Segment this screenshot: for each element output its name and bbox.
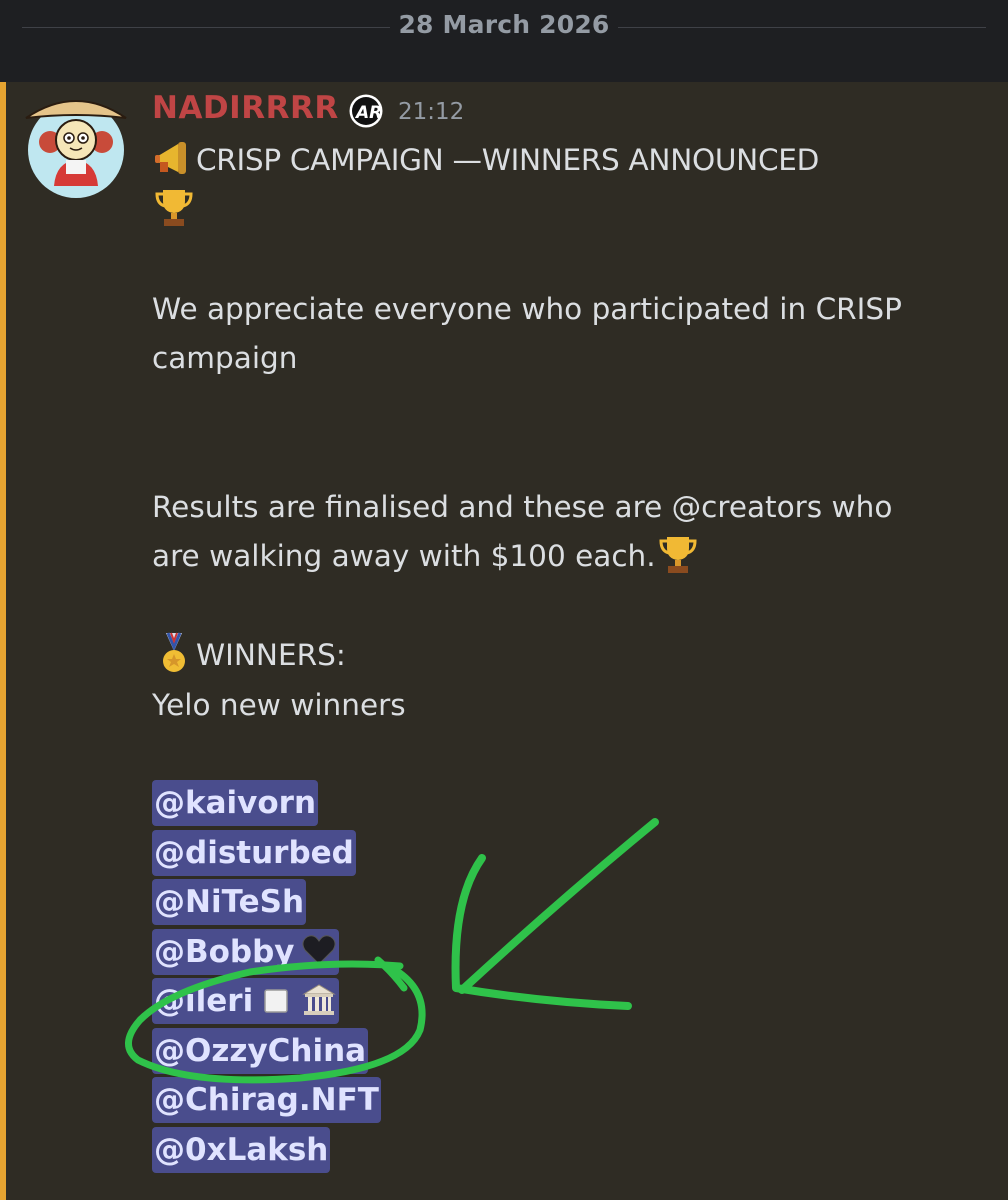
date-divider-label: 28 March 2026 bbox=[398, 10, 610, 39]
results-line-1: Results are finalised and these are @cre… bbox=[152, 489, 893, 524]
winners-subheading: Yelo new winners bbox=[152, 687, 406, 722]
user-mention[interactable]: @disturbed bbox=[152, 829, 356, 876]
user-mention[interactable]: @Chirag.NFT bbox=[152, 1077, 381, 1123]
highlight-bar bbox=[0, 82, 6, 1200]
winners-heading-line: WINNERS: bbox=[152, 631, 982, 681]
date-divider: 28 March 2026 bbox=[0, 0, 1008, 82]
divider-line-left bbox=[22, 27, 390, 28]
winner-mentions-list: @kaivorn @disturbed @NiTeSh @Bobby @iler… bbox=[152, 780, 381, 1176]
white-square-icon bbox=[264, 988, 288, 1013]
appreciate-line-2: campaign bbox=[152, 341, 298, 375]
megaphone-icon bbox=[155, 141, 186, 174]
black-heart-icon bbox=[301, 935, 336, 965]
title-line: CRISP CAMPAIGN —WINNERS ANNOUNCED bbox=[152, 136, 982, 186]
results-text: are walking away with $100 each. bbox=[152, 539, 656, 573]
winners-heading: WINNERS: bbox=[196, 638, 346, 672]
message-body: CRISP CAMPAIGN —WINNERS ANNOUNCED We app… bbox=[152, 136, 982, 730]
message: NADIRRRR AR 21:12 CRISP CAMPAIGN —WINNER… bbox=[0, 82, 1008, 1200]
ar-badge-icon[interactable]: AR bbox=[349, 94, 383, 128]
classical-building-icon bbox=[302, 983, 337, 1015]
user-mention[interactable]: @NiTeSh bbox=[152, 879, 307, 925]
message-timestamp[interactable]: 21:12 bbox=[398, 99, 464, 125]
announcement-title: CRISP CAMPAIGN —WINNERS ANNOUNCED bbox=[196, 143, 819, 177]
user-mention[interactable]: @0xLaksh bbox=[152, 1126, 331, 1173]
user-mention[interactable]: @ileri bbox=[152, 978, 340, 1024]
svg-text:AR: AR bbox=[354, 103, 382, 123]
trophy-icon bbox=[155, 190, 193, 226]
appreciate-line-1: We appreciate everyone who participated … bbox=[152, 291, 902, 326]
results-line-2: are walking away with $100 each. bbox=[152, 532, 982, 582]
trophy-line bbox=[152, 186, 982, 236]
mention-text: @Bobby bbox=[154, 933, 295, 970]
user-mention[interactable]: @Bobby bbox=[152, 928, 339, 975]
divider-line-right bbox=[618, 27, 986, 28]
author-name[interactable]: NADIRRRR bbox=[152, 90, 339, 126]
trophy-icon bbox=[659, 536, 697, 573]
mention-text: @ileri bbox=[154, 983, 254, 1019]
avatar[interactable] bbox=[20, 90, 132, 202]
user-mention[interactable]: @kaivorn bbox=[152, 780, 319, 826]
user-mention[interactable]: @OzzyChina bbox=[152, 1027, 369, 1074]
medal-icon bbox=[163, 631, 185, 672]
